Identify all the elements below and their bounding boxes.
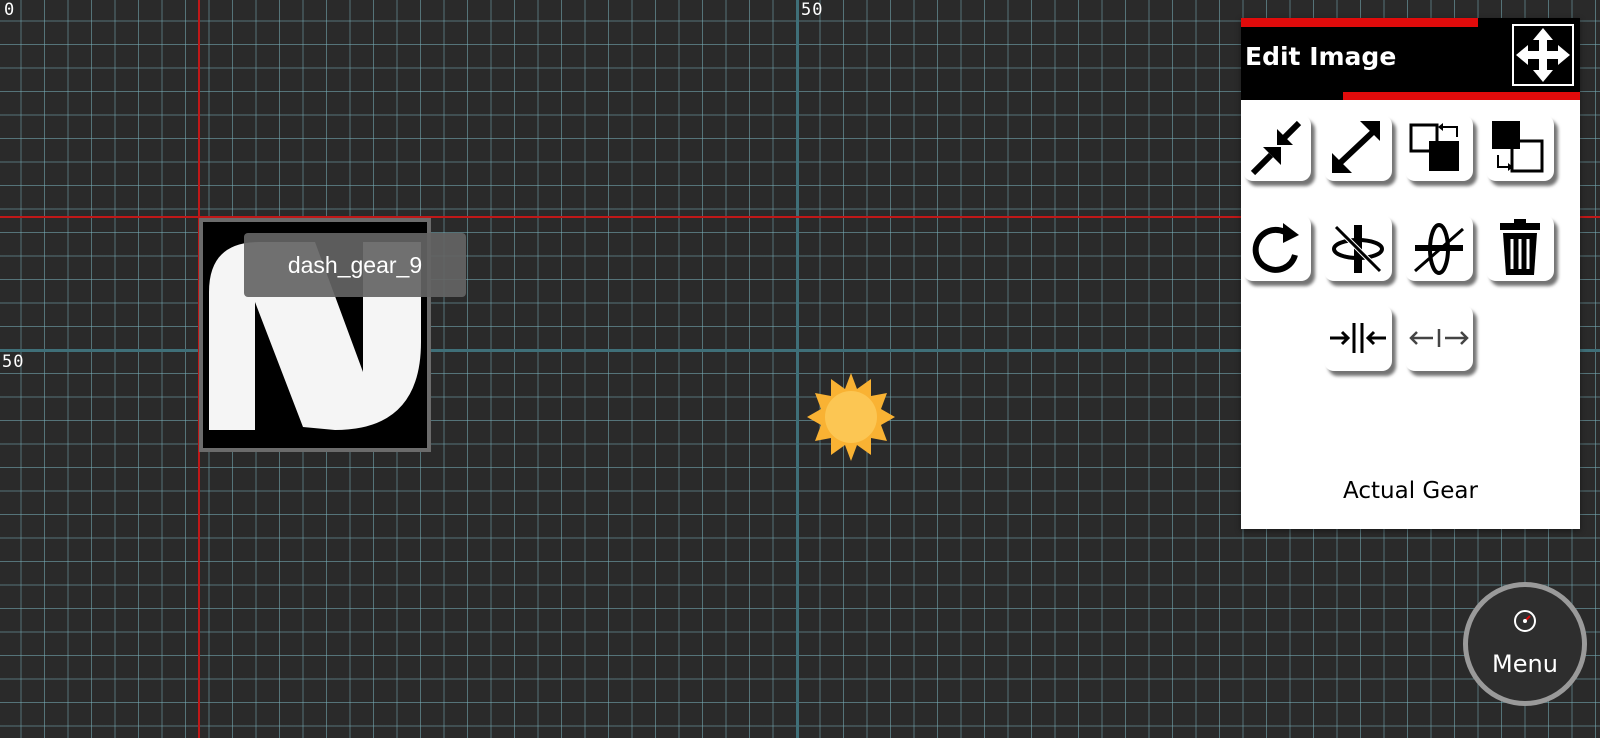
- flip-horizontal-icon: [1332, 225, 1384, 273]
- trash-icon: [1500, 219, 1540, 275]
- menu-button[interactable]: Menu: [1463, 582, 1587, 706]
- rotate-icon: [1252, 223, 1299, 273]
- panel-title: Edit Image: [1245, 42, 1397, 71]
- delete-button[interactable]: [1486, 215, 1554, 281]
- enlarge-button[interactable]: [1324, 115, 1392, 181]
- sun-icon[interactable]: [805, 371, 897, 467]
- panel-header: Edit Image: [1241, 18, 1580, 100]
- bring-forward-icon: [1409, 123, 1459, 171]
- ruler-label-left-50: 50: [2, 352, 25, 372]
- ruler-label-origin: 0: [4, 0, 16, 20]
- flip-vertical-icon: [1414, 223, 1464, 275]
- send-backward-icon: [1492, 121, 1544, 173]
- edit-image-panel: Edit Image Actual Gear: [1241, 18, 1580, 529]
- send-backward-button[interactable]: [1486, 115, 1554, 181]
- ruler-label-top-50: 50: [801, 0, 824, 20]
- expand-arrows-icon: [1332, 121, 1380, 173]
- center-horizontal-icon: [1330, 323, 1386, 353]
- speedometer-icon: [1514, 610, 1536, 632]
- header-accent-top: [1241, 18, 1478, 27]
- flip-horizontal-button[interactable]: [1324, 215, 1392, 281]
- spread-horizontal-icon: [1409, 329, 1469, 347]
- center-horizontal-button[interactable]: [1324, 305, 1392, 371]
- shrink-arrows-icon: [1250, 120, 1302, 176]
- actual-gear-label: Actual Gear: [1343, 478, 1478, 504]
- shrink-button[interactable]: [1243, 115, 1311, 181]
- spread-horizontal-button[interactable]: [1405, 305, 1473, 371]
- bring-forward-button[interactable]: [1405, 115, 1473, 181]
- image-name-tooltip: dash_gear_9: [244, 233, 466, 297]
- header-accent-bottom: [1343, 92, 1580, 100]
- menu-label: Menu: [1492, 650, 1558, 678]
- flip-vertical-button[interactable]: [1405, 215, 1473, 281]
- rotate-button[interactable]: [1243, 215, 1311, 281]
- grid-major-vertical-line: [796, 0, 799, 738]
- move-arrows-icon[interactable]: [1512, 24, 1574, 86]
